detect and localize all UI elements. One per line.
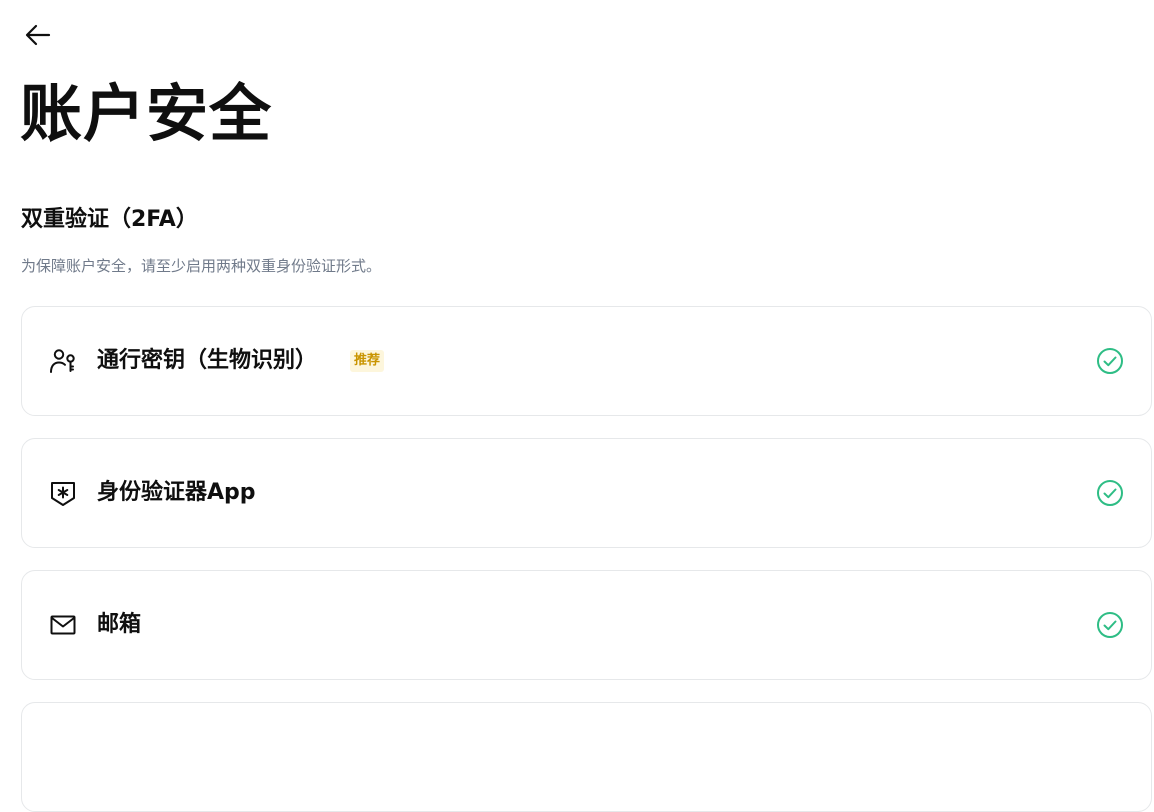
recommended-badge: 推荐 (350, 350, 385, 372)
method-label-email: 邮箱 (97, 612, 142, 637)
check-circle-icon (1097, 480, 1123, 506)
method-card-partial[interactable] (21, 702, 1152, 812)
authenticator-shield-icon (48, 478, 78, 508)
arrow-left-icon (25, 24, 51, 46)
section-description: 为保障账户安全，请至少启用两种双重身份验证形式。 (21, 257, 382, 275)
check-circle-icon (1097, 348, 1123, 374)
method-card-authenticator[interactable]: 身份验证器App (21, 438, 1152, 548)
method-label-authenticator: 身份验证器App (97, 480, 256, 505)
section-title: 双重验证（2FA） (21, 207, 198, 232)
back-button[interactable] (24, 20, 60, 50)
check-circle-icon (1097, 612, 1123, 638)
method-label-passkey: 通行密钥（生物识别） (97, 348, 318, 373)
mail-icon (48, 610, 78, 640)
passkey-user-icon (48, 346, 78, 376)
page-title: 账户安全 (20, 77, 273, 150)
method-card-email[interactable]: 邮箱 (21, 570, 1152, 680)
method-card-passkey[interactable]: 通行密钥（生物识别） 推荐 (21, 306, 1152, 416)
